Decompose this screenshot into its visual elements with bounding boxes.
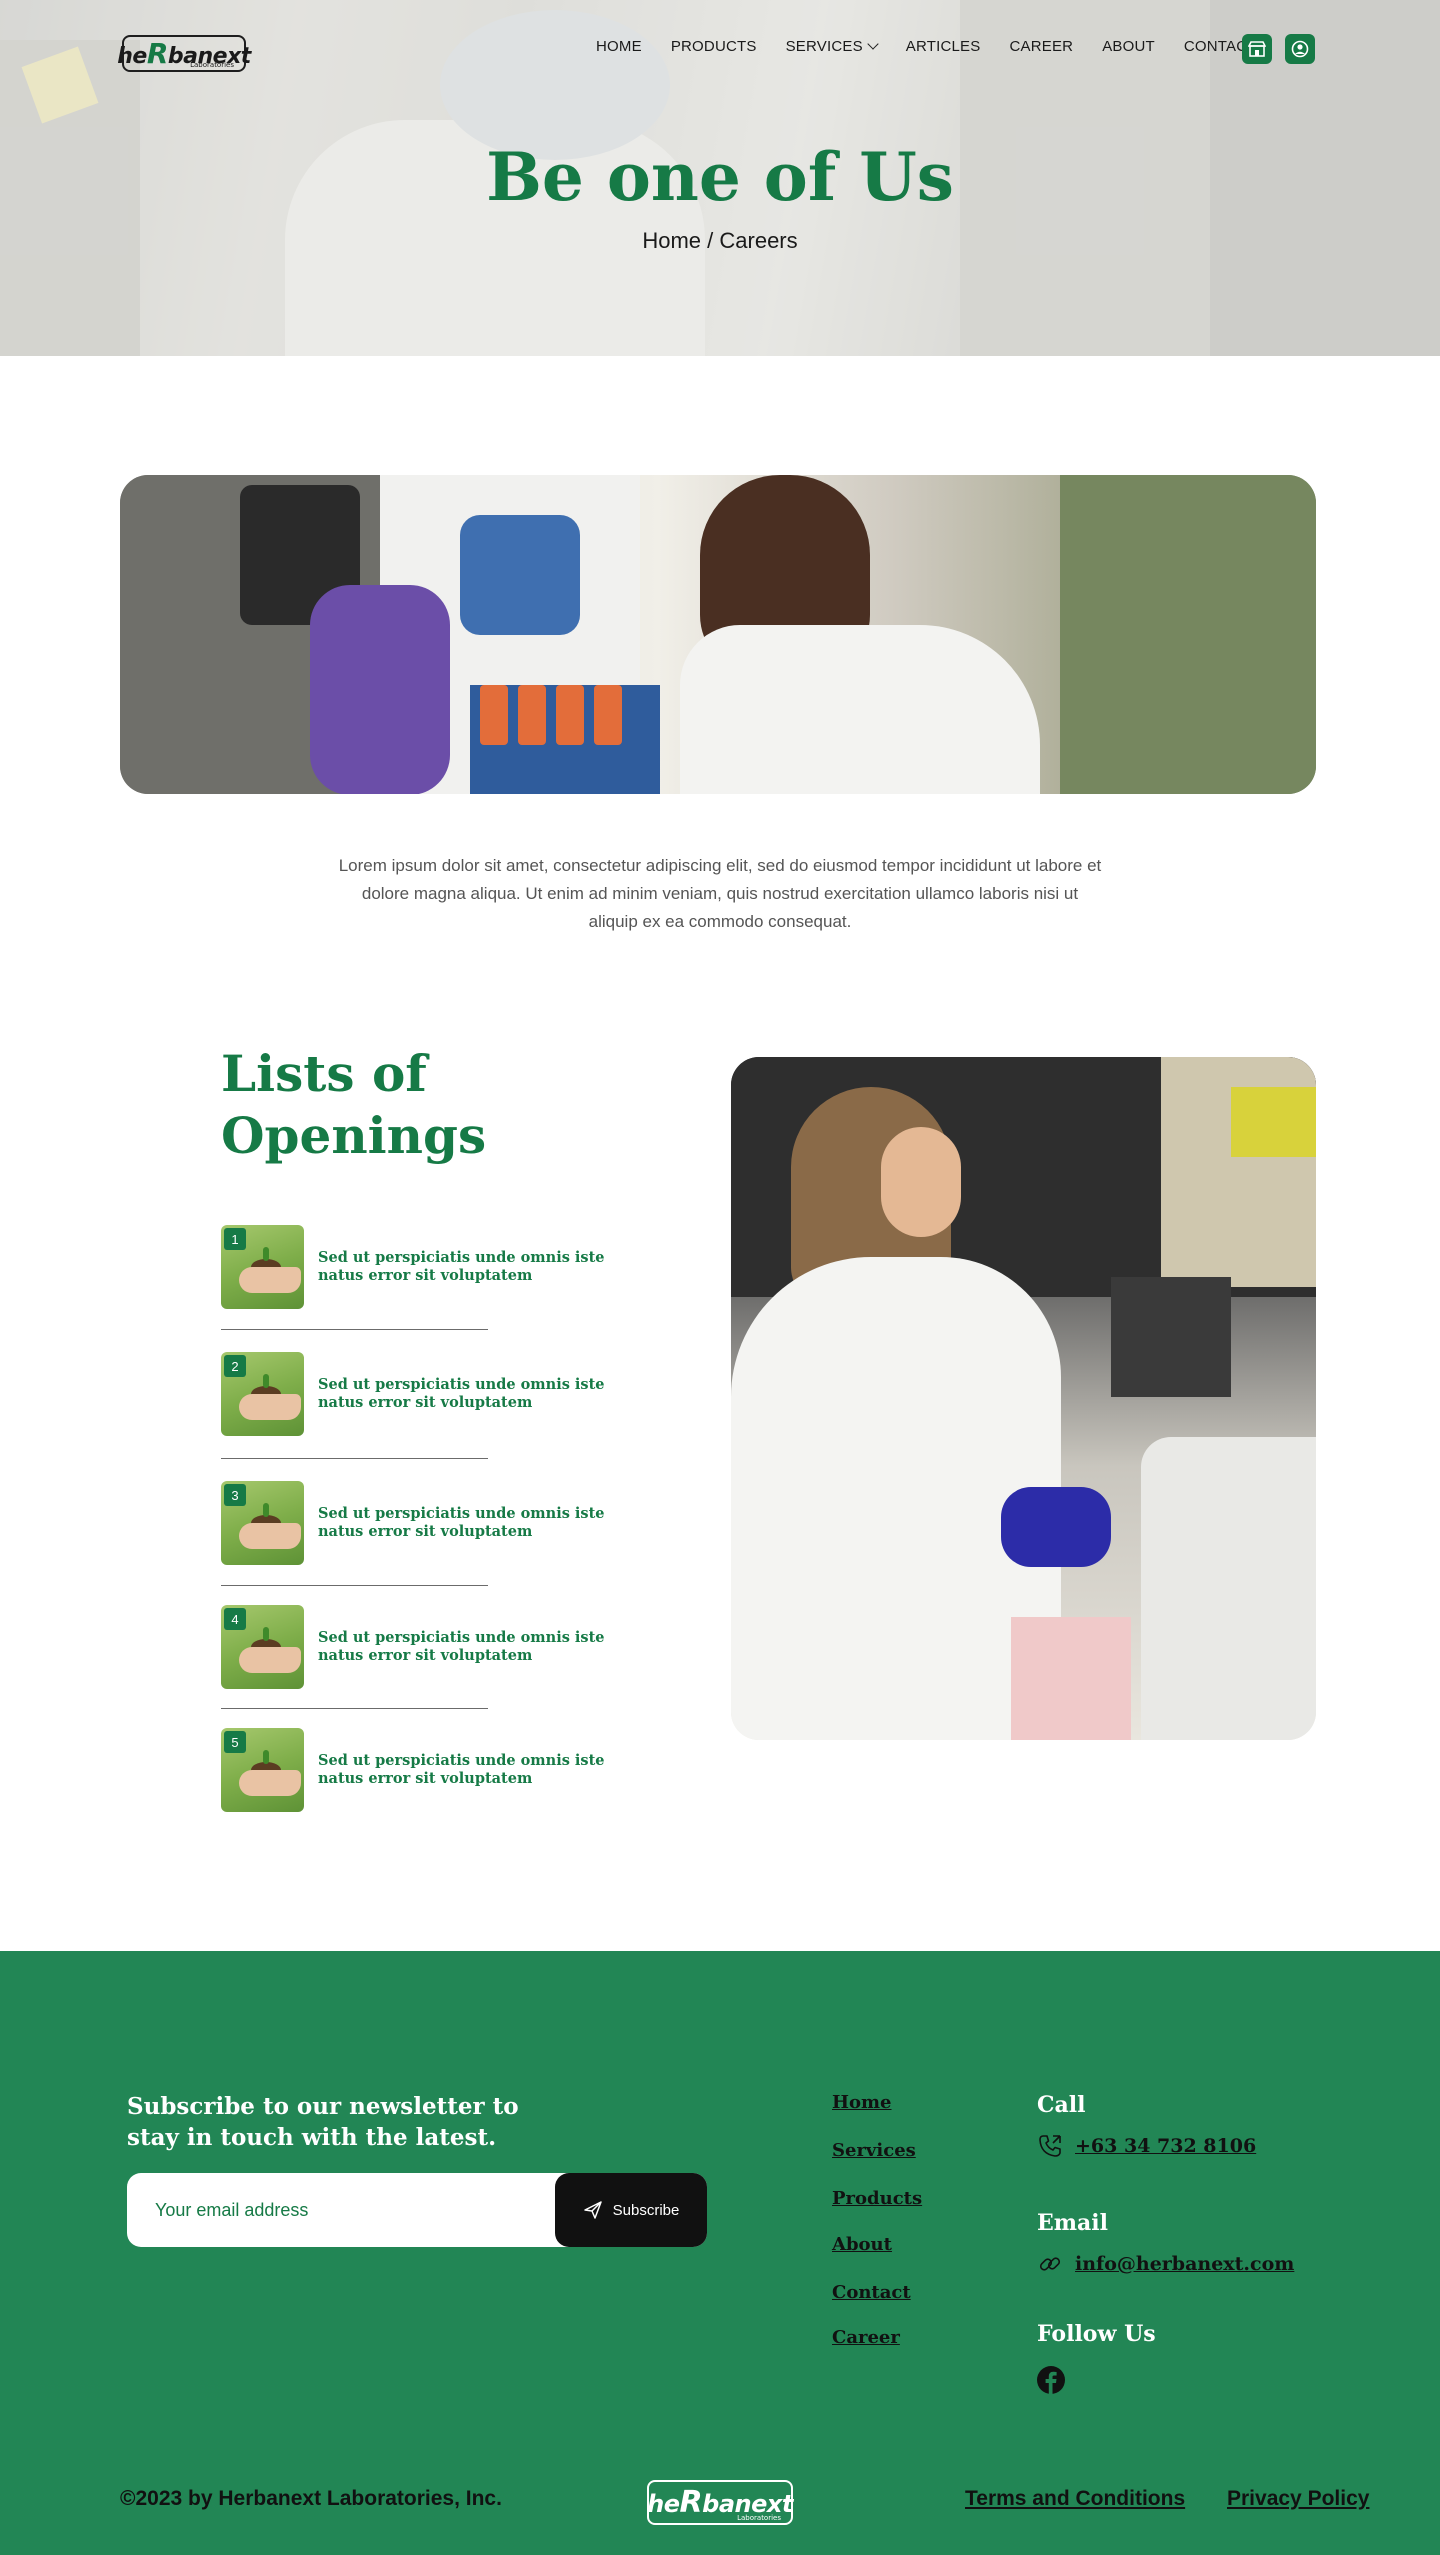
logo-sub: Laboratories <box>190 61 234 69</box>
banner-shape <box>460 515 580 635</box>
opening-number: 1 <box>224 1228 246 1250</box>
subscribe-label: Subscribe <box>612 2201 680 2219</box>
opening-item[interactable]: 2 Sed ut perspiciatis unde omnis iste na… <box>221 1352 621 1436</box>
logo-text-r: R <box>679 2485 703 2520</box>
call-heading: Call <box>1037 2092 1086 2118</box>
phone-number: +63 34 732 8106 <box>1075 2135 1257 2157</box>
footer-link-career[interactable]: Career <box>832 2327 900 2348</box>
logo-sub: Laboratories <box>737 2514 781 2522</box>
glove-shape <box>310 585 450 794</box>
email-heading: Email <box>1037 2210 1109 2236</box>
send-icon <box>583 2201 602 2219</box>
divider <box>221 1329 488 1330</box>
banner-shape <box>1060 475 1316 794</box>
footer-link-contact[interactable]: Contact <box>832 2282 911 2303</box>
opening-thumbnail: 4 <box>221 1605 304 1689</box>
opening-title[interactable]: Sed ut perspiciatis unde omnis iste natu… <box>318 1505 618 1541</box>
email-link[interactable]: info@herbanext.com <box>1037 2251 1294 2277</box>
divider <box>221 1708 488 1709</box>
account-button[interactable] <box>1285 34 1315 64</box>
labcoat-shape <box>680 625 1040 794</box>
opening-item[interactable]: 5 Sed ut perspiciatis unde omnis iste na… <box>221 1728 621 1812</box>
footer-link-products[interactable]: Products <box>832 2188 922 2209</box>
email-address: info@herbanext.com <box>1075 2253 1295 2275</box>
facebook-link[interactable] <box>1037 2366 1065 2394</box>
follow-heading: Follow Us <box>1037 2321 1156 2347</box>
nav-career[interactable]: CAREER <box>1009 38 1073 55</box>
lab-shelf-shape <box>1231 1087 1316 1157</box>
opening-thumbnail: 5 <box>221 1728 304 1812</box>
opening-item[interactable]: 1 Sed ut perspiciatis unde omnis iste na… <box>221 1225 621 1309</box>
email-input[interactable] <box>155 2173 535 2247</box>
privacy-link[interactable]: Privacy Policy <box>1227 2487 1369 2511</box>
opening-title[interactable]: Sed ut perspiciatis unde omnis iste natu… <box>318 1752 618 1788</box>
newsletter-title: Subscribe to our newsletter to stay in t… <box>127 2093 519 2151</box>
nav-services-label: SERVICES <box>785 38 863 55</box>
user-icon <box>1291 40 1309 58</box>
logo-text-r: R <box>146 37 169 70</box>
tubes-shape <box>1011 1617 1131 1740</box>
tube-shape <box>556 685 584 745</box>
monitor-shape <box>1111 1277 1231 1397</box>
nav-articles[interactable]: ARTICLES <box>906 38 981 55</box>
opening-thumbnail: 2 <box>221 1352 304 1436</box>
hero-banner: heRbanext Laboratories HOME PRODUCTS SER… <box>0 0 1440 356</box>
top-nav: HOME PRODUCTS SERVICES ARTICLES CAREER A… <box>596 38 1257 55</box>
chevron-down-icon <box>867 38 879 50</box>
divider <box>221 1585 488 1586</box>
link-icon <box>1039 2257 1061 2271</box>
careers-banner-image <box>120 475 1316 794</box>
openings-title: Lists of Openings <box>221 1044 487 1165</box>
facebook-icon <box>1037 2366 1065 2394</box>
subscribe-button[interactable]: Subscribe <box>555 2173 707 2247</box>
opening-item[interactable]: 4 Sed ut perspiciatis unde omnis iste na… <box>221 1605 621 1689</box>
opening-title[interactable]: Sed ut perspiciatis unde omnis iste natu… <box>318 1376 618 1412</box>
opening-title[interactable]: Sed ut perspiciatis unde omnis iste natu… <box>318 1249 618 1285</box>
logo-text-prefix: he <box>117 44 147 69</box>
phone-link[interactable]: +63 34 732 8106 <box>1037 2133 1256 2159</box>
footer-link-services[interactable]: Services <box>832 2140 916 2161</box>
glove-shape <box>1001 1487 1111 1567</box>
lab-worker-image <box>731 1057 1316 1740</box>
terms-link[interactable]: Terms and Conditions <box>965 2487 1185 2511</box>
nav-services[interactable]: SERVICES <box>785 38 879 55</box>
header-logo[interactable]: heRbanext Laboratories <box>117 35 251 72</box>
opening-number: 5 <box>224 1731 246 1753</box>
opening-number: 4 <box>224 1608 246 1630</box>
breadcrumb[interactable]: Home / Careers <box>0 228 1440 254</box>
opening-thumbnail: 1 <box>221 1225 304 1309</box>
store-button[interactable] <box>1242 34 1272 64</box>
logo-text-prefix: he <box>647 2490 680 2518</box>
footer-logo[interactable]: heRbanext Laboratories <box>647 2480 793 2525</box>
equipment-shape <box>1141 1437 1316 1740</box>
footer-link-about[interactable]: About <box>832 2234 892 2255</box>
nav-products[interactable]: PRODUCTS <box>671 38 757 55</box>
nav-about[interactable]: ABOUT <box>1102 38 1155 55</box>
divider <box>221 1458 488 1459</box>
footer-link-home[interactable]: Home <box>832 2092 892 2113</box>
page-title: Be one of Us <box>486 138 954 216</box>
tube-shape <box>594 685 622 745</box>
tube-shape <box>480 685 508 745</box>
opening-title[interactable]: Sed ut perspiciatis unde omnis iste natu… <box>318 1629 618 1665</box>
subscribe-form: Subscribe <box>127 2173 707 2247</box>
tube-shape <box>518 685 546 745</box>
intro-paragraph: Lorem ipsum dolor sit amet, consectetur … <box>338 856 1102 931</box>
store-icon <box>1248 41 1266 57</box>
opening-item[interactable]: 3 Sed ut perspiciatis unde omnis iste na… <box>221 1481 621 1565</box>
nav-home[interactable]: HOME <box>596 38 642 55</box>
opening-thumbnail: 3 <box>221 1481 304 1565</box>
phone-icon <box>1039 2135 1061 2157</box>
opening-number: 2 <box>224 1355 246 1377</box>
copyright-text: ©2023 by Herbanext Laboratories, Inc. <box>120 2487 502 2510</box>
face-shape <box>881 1127 961 1237</box>
opening-number: 3 <box>224 1484 246 1506</box>
